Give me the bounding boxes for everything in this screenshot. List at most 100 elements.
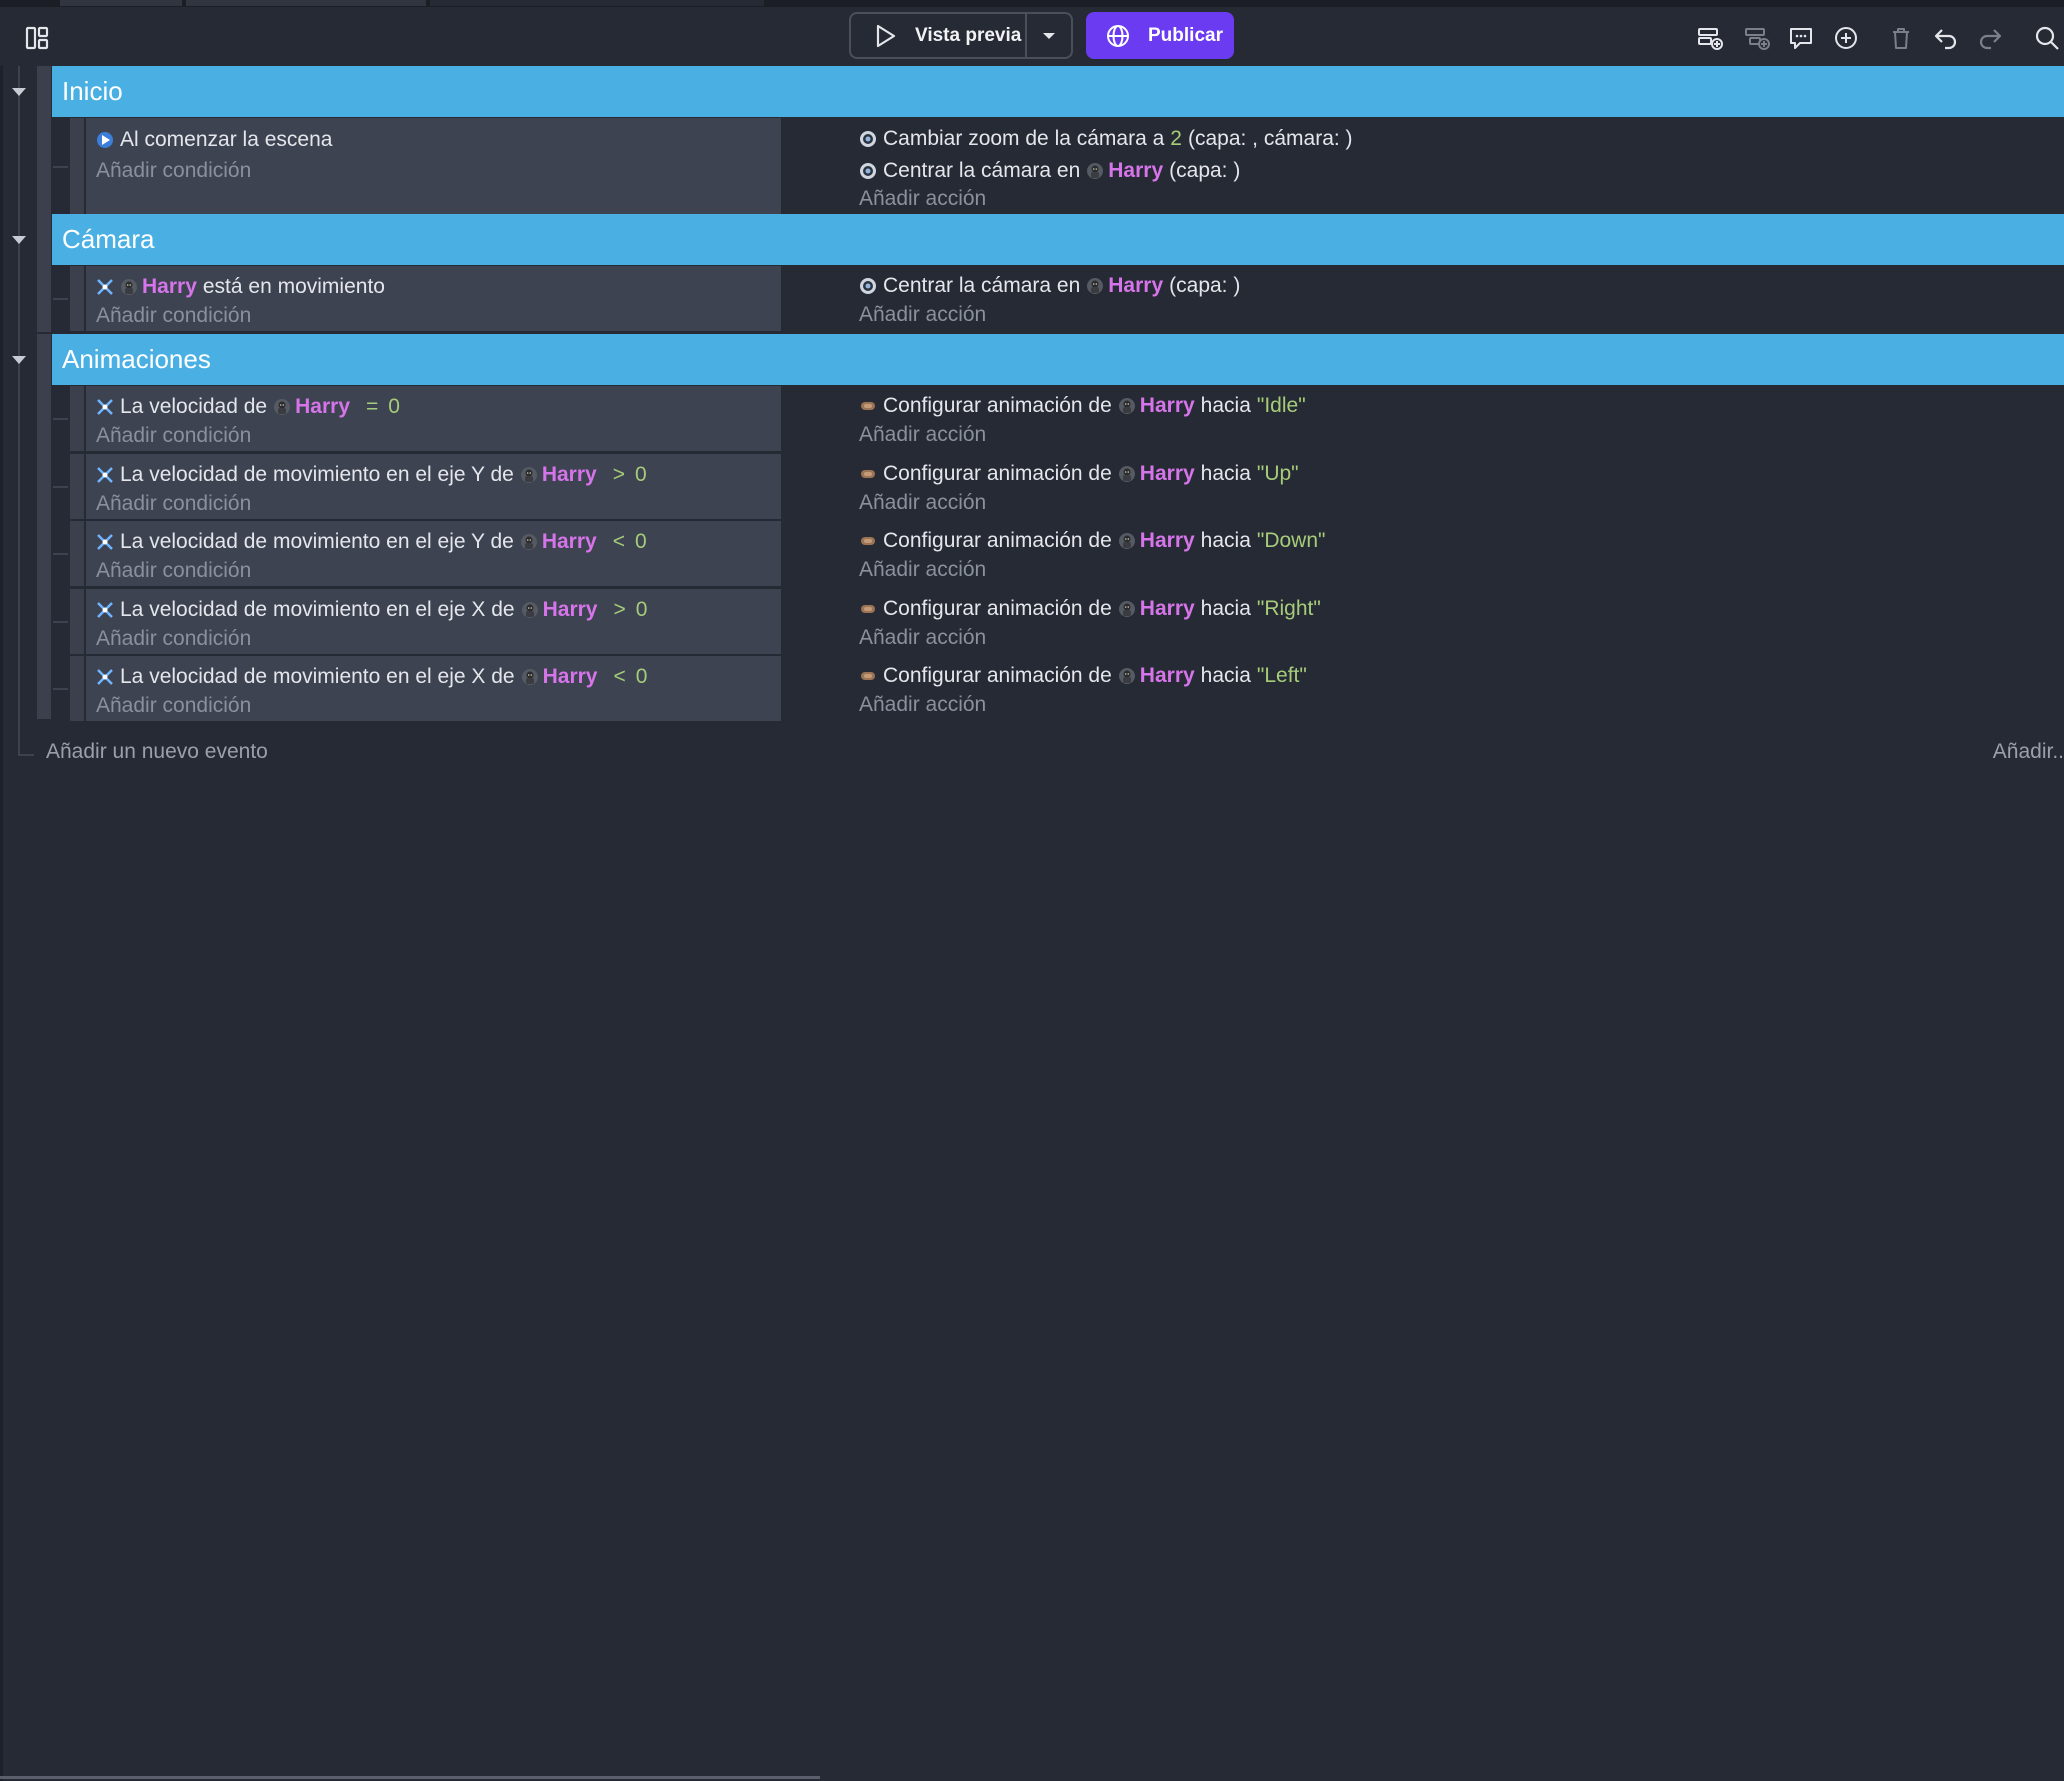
action[interactable]: Configurar animación de Harry hacia "Rig… — [859, 593, 1327, 625]
group-header-animaciones[interactable]: Animaciones — [52, 334, 2064, 385]
event-row[interactable]: La velocidad de movimiento en el eje X d… — [53, 656, 2064, 721]
group-collapse-inicio[interactable] — [8, 66, 30, 117]
add-action-link[interactable]: Añadir acción — [859, 488, 986, 518]
event-handle[interactable] — [70, 521, 84, 586]
group-collapse-animaciones[interactable] — [8, 334, 30, 385]
conditions-panel[interactable]: La velocidad de movimiento en el eje Y d… — [86, 521, 781, 586]
condition[interactable]: La velocidad de movimiento en el eje X d… — [96, 661, 647, 693]
event-row[interactable]: Al comenzar la escena Añadir condición C… — [53, 118, 2064, 214]
actions-panel[interactable]: Configurar animación de Harry hacia "Idl… — [783, 386, 2064, 451]
group-header-camara[interactable]: Cámara — [52, 214, 2064, 265]
condition[interactable]: La velocidad de movimiento en el eje X d… — [96, 594, 647, 626]
object-name: Harry — [1139, 394, 1195, 417]
preview-main[interactable]: Vista previa — [851, 14, 1027, 57]
trash-icon[interactable] — [1884, 21, 1918, 55]
preview-button[interactable]: Vista previa — [849, 12, 1073, 59]
event-row[interactable]: La velocidad de movimiento en el eje X d… — [53, 589, 2064, 654]
add-more-link[interactable]: Añadir.. — [1993, 740, 2064, 764]
actions-panel[interactable]: Configurar animación de Harry hacia "Up"… — [783, 454, 2064, 519]
object-ref[interactable]: Harry — [1086, 274, 1163, 298]
actions-panel[interactable]: Configurar animación de Harry hacia "Rig… — [783, 589, 2064, 654]
group-bar[interactable] — [37, 334, 51, 719]
tab-2[interactable] — [186, 0, 426, 6]
add-action-link[interactable]: Añadir acción — [859, 690, 986, 720]
object-ref[interactable]: Harry — [1118, 462, 1195, 486]
add-action-link[interactable]: Añadir acción — [859, 420, 986, 450]
action[interactable]: Configurar animación de Harry hacia "Idl… — [859, 390, 1312, 422]
object-ref[interactable]: Harry — [1118, 529, 1195, 553]
object-ref[interactable]: Harry — [1118, 664, 1195, 688]
actions-panel[interactable]: Configurar animación de Harry hacia "Dow… — [783, 521, 2064, 586]
add-circle-icon[interactable] — [1829, 21, 1863, 55]
conditions-panel[interactable]: La velocidad de movimiento en el eje X d… — [86, 589, 781, 654]
event-handle[interactable] — [70, 266, 84, 331]
action[interactable]: Configurar animación de Harry hacia "Up" — [859, 458, 1305, 490]
event-handle[interactable] — [70, 656, 84, 721]
event-row[interactable]: La velocidad de Harry = 0 Añadir condici… — [53, 386, 2064, 451]
object-ref[interactable]: Harry — [273, 395, 350, 419]
event-row[interactable]: La velocidad de movimiento en el eje Y d… — [53, 454, 2064, 519]
add-action-link[interactable]: Añadir acción — [859, 623, 986, 653]
object-ref[interactable]: Harry — [1118, 394, 1195, 418]
object-ref[interactable]: Harry — [1118, 597, 1195, 621]
conditions-panel[interactable]: La velocidad de Harry = 0 Añadir condici… — [86, 386, 781, 451]
tree-branch — [53, 553, 68, 555]
add-subevent-icon[interactable] — [1740, 21, 1774, 55]
conditions-panel[interactable]: La velocidad de movimiento en el eje Y d… — [86, 454, 781, 519]
add-action-link[interactable]: Añadir acción — [859, 555, 986, 585]
event-handle[interactable] — [70, 454, 84, 519]
action[interactable]: Configurar animación de Harry hacia "Lef… — [859, 660, 1313, 692]
event-row[interactable]: Harry está en movimiento Añadir condició… — [53, 266, 2064, 331]
condition[interactable]: La velocidad de movimiento en el eje Y d… — [96, 526, 647, 558]
object-ref[interactable]: Harry — [520, 463, 597, 487]
publish-label: Publicar — [1148, 24, 1223, 46]
action[interactable]: Cambiar zoom de la cámara a 2 (capa: , c… — [859, 123, 1353, 155]
action[interactable]: Configurar animación de Harry hacia "Dow… — [859, 525, 1331, 557]
event-handle[interactable] — [70, 589, 84, 654]
action[interactable]: Centrar la cámara en Harry (capa: ) — [859, 155, 1240, 187]
publish-button[interactable]: Publicar — [1086, 12, 1234, 59]
actions-panel[interactable]: Centrar la cámara en Harry (capa: ) Añad… — [783, 266, 2064, 331]
conditions-panel[interactable]: La velocidad de movimiento en el eje X d… — [86, 656, 781, 721]
actions-panel[interactable]: Configurar animación de Harry hacia "Lef… — [783, 656, 2064, 721]
add-comment-icon[interactable] — [1784, 21, 1818, 55]
add-condition-link[interactable]: Añadir condición — [96, 624, 251, 654]
add-condition-link[interactable]: Añadir condición — [96, 421, 251, 451]
event-handle[interactable] — [70, 118, 84, 214]
condition[interactable]: Harry está en movimiento — [96, 271, 391, 303]
add-condition-link[interactable]: Añadir condición — [96, 301, 251, 331]
event-handle[interactable] — [70, 386, 84, 451]
group-bar[interactable] — [37, 214, 51, 332]
search-icon[interactable] — [2030, 21, 2064, 55]
conditions-panel[interactable]: Al comenzar la escena Añadir condición — [86, 118, 781, 214]
add-action-link[interactable]: Añadir acción — [859, 300, 986, 330]
conditions-panel[interactable]: Harry está en movimiento Añadir condició… — [86, 266, 781, 331]
panels-icon[interactable] — [20, 21, 54, 55]
add-action-link[interactable]: Añadir acción — [859, 184, 986, 214]
condition[interactable]: La velocidad de movimiento en el eje Y d… — [96, 459, 647, 491]
condition[interactable]: Al comenzar la escena — [96, 124, 332, 156]
object-ref[interactable]: Harry — [520, 530, 597, 554]
action[interactable]: Centrar la cámara en Harry (capa: ) — [859, 270, 1240, 302]
condition[interactable]: La velocidad de Harry = 0 — [96, 391, 400, 423]
add-event-icon[interactable] — [1693, 21, 1727, 55]
group-collapse-camara[interactable] — [8, 214, 30, 265]
object-ref[interactable]: Harry — [521, 598, 597, 622]
undo-icon[interactable] — [1929, 21, 1963, 55]
add-condition-link[interactable]: Añadir condición — [96, 556, 251, 586]
add-condition-link[interactable]: Añadir condición — [96, 156, 251, 186]
group-bar[interactable] — [37, 66, 51, 214]
object-ref[interactable]: Harry — [1086, 159, 1163, 183]
redo-icon[interactable] — [1973, 21, 2007, 55]
add-condition-link[interactable]: Añadir condición — [96, 691, 251, 721]
object-ref[interactable]: Harry — [120, 275, 197, 299]
preview-dropdown[interactable] — [1027, 14, 1071, 57]
event-row[interactable]: La velocidad de movimiento en el eje Y d… — [53, 521, 2064, 586]
actions-panel[interactable]: Cambiar zoom de la cámara a 2 (capa: , c… — [783, 118, 2064, 214]
object-ref[interactable]: Harry — [521, 665, 597, 689]
add-condition-link[interactable]: Añadir condición — [96, 489, 251, 519]
tab-active[interactable] — [430, 0, 764, 6]
tab-1[interactable] — [60, 0, 182, 6]
group-header-inicio[interactable]: Inicio — [52, 66, 2064, 117]
add-event-link[interactable]: Añadir un nuevo evento — [46, 740, 268, 764]
